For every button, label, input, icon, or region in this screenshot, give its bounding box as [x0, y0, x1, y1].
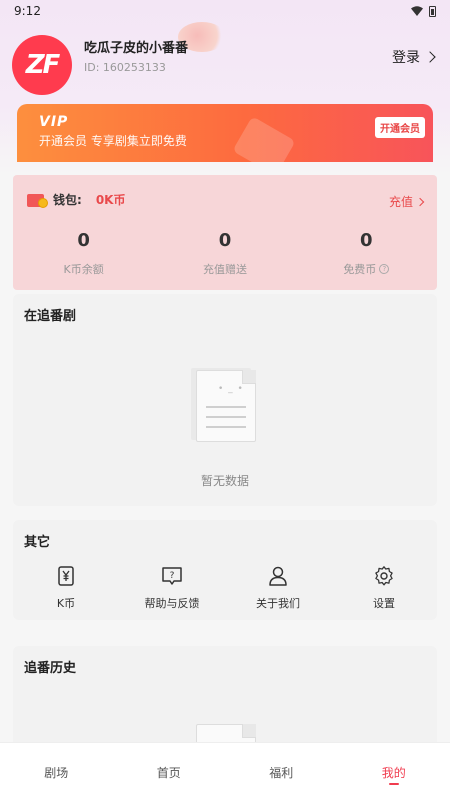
vip-promo-text: 开通会员 专享剧集立即免费	[39, 134, 187, 148]
stat-name: 充值赠送	[202, 263, 247, 276]
others-section: 其它 K币 ? 帮助与反馈 关于我们 设置	[13, 520, 437, 620]
stat-value: 0	[218, 230, 232, 251]
k-coin-icon	[58, 566, 74, 586]
user-id: ID: 160253133	[84, 61, 166, 74]
wallet-header: 钱包: 0K币	[27, 191, 125, 208]
decorative-shape	[232, 116, 296, 162]
others-item-label: 关于我们	[256, 597, 300, 610]
help-feedback-icon: ?	[162, 567, 182, 585]
user-nickname: 吃瓜子皮的小番番	[84, 41, 189, 56]
user-icon	[269, 566, 287, 586]
stat-recharge-bonus[interactable]: 0 充值赠送	[154, 230, 295, 277]
stat-free-coin[interactable]: 0 免费币 ?	[296, 230, 437, 277]
chevron-right-icon	[415, 197, 425, 206]
section-title: 其它	[24, 535, 51, 550]
tab-theater[interactable]: 剧场	[0, 743, 113, 800]
login-button[interactable]: 登录	[392, 47, 436, 67]
open-vip-button[interactable]: 开通会员	[375, 117, 425, 138]
vip-banner[interactable]: VIP 开通会员 专享剧集立即免费 开通会员	[17, 104, 433, 162]
others-item-label: K币	[56, 597, 76, 610]
stat-value: 0	[77, 230, 90, 251]
tab-welfare[interactable]: 福利	[225, 743, 338, 800]
others-item-k-coin[interactable]: K币	[13, 565, 119, 611]
tab-label: 剧场	[44, 766, 69, 780]
wifi-icon	[411, 6, 423, 16]
others-item-settings[interactable]: 设置	[331, 565, 437, 611]
stat-k-coin-balance[interactable]: 0 K币余额	[13, 230, 154, 277]
avatar-logo: ZF	[25, 50, 61, 80]
tab-home[interactable]: 首页	[113, 743, 226, 800]
svg-text:?: ?	[170, 571, 175, 581]
tab-mine[interactable]: 我的	[338, 743, 450, 800]
gear-icon	[375, 566, 393, 586]
wallet-card: 钱包: 0K币 充值 0 K币余额 0 充值赠送 0 免费币 ?	[13, 175, 437, 290]
wallet-stats: 0 K币余额 0 充值赠送 0 免费币 ?	[13, 230, 437, 277]
recharge-button[interactable]: 充值	[388, 193, 425, 210]
others-item-about[interactable]: 关于我们	[225, 565, 331, 611]
avatar[interactable]: ZF	[12, 35, 72, 95]
others-item-label: 设置	[373, 597, 395, 610]
wallet-label: 钱包:	[53, 193, 82, 207]
section-title: 在追番剧	[24, 309, 77, 324]
section-title: 追番历史	[24, 661, 77, 676]
chevron-right-icon	[424, 51, 436, 63]
following-section: 在追番剧 • _ • 暂无数据	[13, 294, 437, 506]
others-item-label: 帮助与反馈	[144, 597, 200, 610]
empty-state-text: 暂无数据	[200, 474, 249, 488]
status-bar: 9:12	[0, 0, 450, 22]
wallet-icon	[27, 192, 48, 208]
tab-label: 我的	[381, 766, 406, 780]
battery-icon	[429, 5, 436, 17]
login-label: 登录	[392, 50, 420, 66]
stat-value: 0	[360, 230, 373, 251]
bottom-nav: 剧场 首页 福利 我的	[0, 742, 450, 800]
stat-name: K币余额	[63, 263, 104, 276]
tab-label: 福利	[269, 766, 294, 780]
question-icon[interactable]: ?	[379, 264, 390, 274]
stat-name: 免费币	[343, 263, 377, 276]
empty-document-icon: • _ •	[196, 370, 256, 442]
tab-label: 首页	[156, 766, 181, 780]
recharge-label: 充值	[388, 195, 413, 209]
status-time: 9:12	[14, 4, 41, 18]
others-item-help[interactable]: ? 帮助与反馈	[119, 565, 225, 611]
wallet-amount: 0K币	[95, 193, 126, 207]
vip-logo: VIP	[39, 114, 69, 130]
